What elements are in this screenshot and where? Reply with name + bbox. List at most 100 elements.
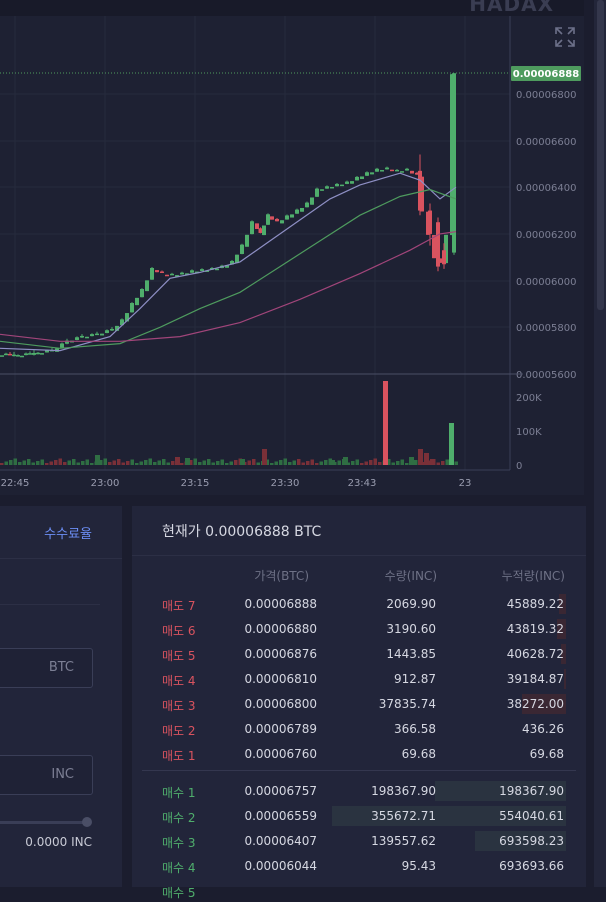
candle-body (270, 216, 274, 220)
candle-body (452, 73, 456, 253)
bid-row[interactable]: 매수 3 0.00006407 139557.62 693598.23 (132, 830, 586, 852)
candle-body (36, 352, 40, 355)
candle-body (405, 168, 409, 171)
volume-bar (135, 463, 139, 465)
volume-bar (383, 381, 388, 465)
candle-body (390, 169, 394, 172)
ask-row[interactable]: 매도 6 0.00006880 3190.60 43819.32 (132, 618, 586, 640)
volume-bar (414, 460, 418, 465)
candle-body (418, 170, 422, 211)
candle-body (365, 172, 369, 176)
current-price-title: 현재가 0.00006888 BTC (162, 524, 322, 540)
price-tick-label: 0.00006200 (516, 230, 576, 241)
volume-bar (31, 462, 35, 465)
volume-bar (185, 458, 190, 465)
bid-cum: 554040.61 (499, 809, 564, 823)
price-input[interactable]: BTC (0, 648, 93, 688)
bid-label: 매수 2 (162, 811, 196, 825)
candle-body (370, 172, 374, 175)
volume-bar (95, 455, 100, 465)
volume-bar (13, 458, 17, 465)
volume-bar (216, 461, 220, 465)
fee-rate-link[interactable]: 수수료율 (44, 523, 92, 542)
ask-row[interactable]: 매도 2 0.00006789 366.58 436.26 (132, 718, 586, 740)
price-tick-label: 0.00006800 (516, 90, 576, 101)
candle-body (155, 270, 159, 273)
volume-bar (360, 463, 364, 465)
volume-bar (409, 457, 414, 465)
ask-cum: 38272.00 (506, 697, 564, 711)
candle-body (24, 353, 28, 356)
volume-bar (270, 463, 274, 465)
bid-row[interactable]: 매수 1 0.00006757 198367.90 198367.90 (132, 780, 586, 802)
bid-row[interactable]: 매수 5 (132, 880, 586, 902)
ask-row[interactable]: 매도 4 0.00006810 912.87 39184.87 (132, 668, 586, 690)
volume-bar (288, 462, 292, 465)
candle-body (135, 297, 139, 306)
candle-body (140, 289, 144, 298)
candle-body (85, 336, 89, 339)
ask-label: 매도 5 (162, 649, 196, 663)
fullscreen-icon[interactable] (554, 26, 576, 48)
volume-bar (449, 423, 454, 465)
ma-line-long (0, 231, 457, 342)
volume-bar (63, 462, 67, 465)
amount-slider-handle[interactable] (82, 817, 92, 827)
candle-body (380, 170, 384, 172)
volume-bar (198, 462, 202, 465)
quantity-input[interactable]: INC (0, 755, 93, 795)
volume-bar (373, 458, 377, 465)
volume-bar (36, 461, 40, 465)
volume-bar (40, 459, 44, 465)
volume-bar (252, 459, 256, 465)
volume-bar (369, 460, 373, 465)
volume-bar (180, 463, 184, 465)
candle-body (335, 183, 339, 187)
volume-bar (330, 460, 335, 465)
price-column-header: 가격(BTC) (254, 569, 309, 583)
orderbook-panel: 현재가 0.00006888 BTC 가격(BTC) 수량(INC) 누적량(I… (132, 506, 586, 900)
bid-row[interactable]: 매수 4 0.00006044 95.43 693693.66 (132, 855, 586, 877)
volume-bar (292, 460, 296, 465)
ask-label: 매도 3 (162, 699, 196, 713)
candle-body (400, 171, 404, 173)
depth-bar (564, 669, 566, 689)
last-price-badge-text: 0.00006888 (513, 69, 579, 80)
volume-bar (153, 462, 157, 465)
ask-row[interactable]: 매도 1 0.00006760 69.68 69.68 (132, 743, 586, 765)
volume-bar (81, 461, 85, 465)
candle-body (266, 214, 270, 225)
volume-bar (175, 457, 180, 465)
scrollbar-thumb[interactable] (597, 0, 604, 310)
ask-row[interactable]: 매도 3 0.00006800 37835.74 38272.00 (132, 693, 586, 715)
volume-bar (274, 461, 278, 465)
amount-slider[interactable] (0, 821, 88, 824)
volume-bar (103, 458, 107, 465)
candle-body (100, 333, 104, 336)
ask-price: 0.00006760 (244, 747, 317, 761)
volume-bar (229, 461, 233, 465)
ask-row[interactable]: 매도 7 0.00006888 2069.90 45889.22 (132, 593, 586, 615)
volume-bar (157, 460, 161, 465)
volume-bar (441, 461, 445, 465)
divider (0, 604, 100, 605)
volume-bar (343, 457, 348, 465)
candlestick-chart[interactable]: 0.00006800 0.00006600 0.00006400 0.00006200… (0, 0, 584, 495)
volume-bar (108, 462, 112, 465)
candle-body (305, 202, 309, 208)
volume-bar (319, 461, 323, 465)
volume-bar (355, 459, 359, 465)
ask-qty: 912.87 (394, 672, 436, 686)
volume-bar (54, 460, 58, 465)
candle-body (295, 209, 299, 214)
ask-row[interactable]: 매도 5 0.00006876 1443.85 40628.72 (132, 643, 586, 665)
candle-body (375, 168, 379, 172)
ask-label: 매도 1 (162, 749, 196, 763)
candle-body (170, 273, 174, 276)
candle-body (280, 220, 284, 224)
candle-body (40, 353, 44, 355)
bid-row[interactable]: 매수 2 0.00006559 355672.71 554040.61 (132, 805, 586, 827)
ask-qty: 2069.90 (386, 597, 436, 611)
volume-bar (162, 459, 166, 465)
cumulative-column-header: 누적량(INC) (501, 569, 565, 583)
